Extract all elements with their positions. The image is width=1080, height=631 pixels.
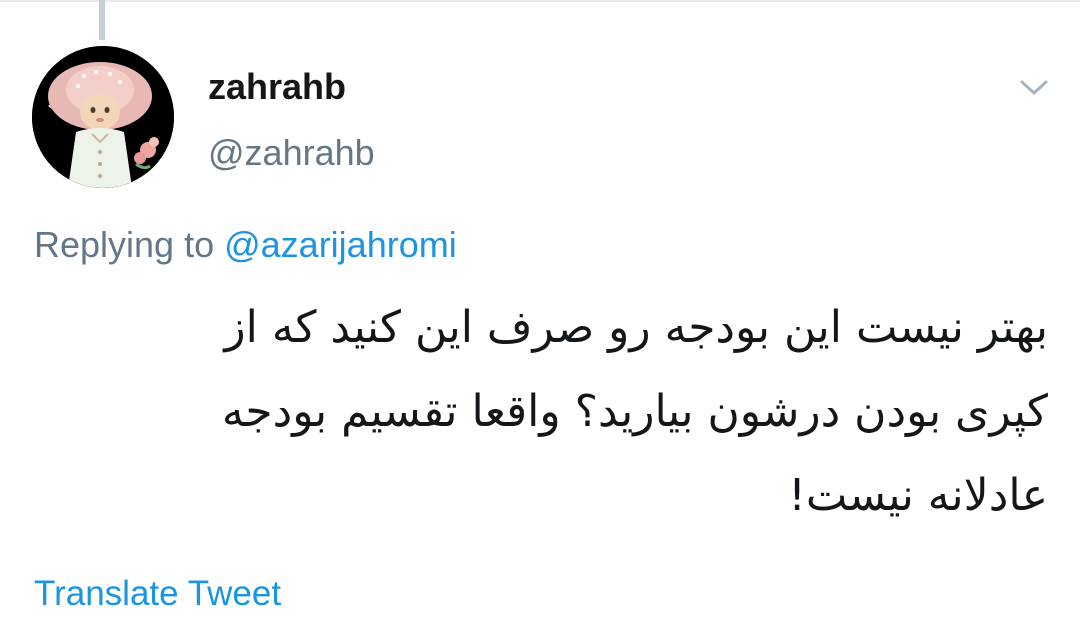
replying-to-label: Replying to (34, 224, 225, 265)
chevron-down-icon (1020, 80, 1048, 95)
thread-connector-line (99, 0, 105, 40)
tweet-text-line: عادلانه نیست! (788, 470, 1048, 521)
translate-tweet-link[interactable]: Translate Tweet (34, 571, 281, 617)
avatar[interactable] (32, 46, 174, 188)
author-display-name[interactable]: zahrahb (208, 64, 346, 110)
top-divider (0, 0, 1080, 2)
doll-avatar-icon (32, 46, 174, 188)
reply-mention-link[interactable]: @azarijahromi (224, 224, 457, 265)
tweet-text-line: کپری بودن درشون بیارید؟ واقعا تقسیم بودج… (221, 386, 1048, 437)
replying-to-line: Replying to @azarijahromi (34, 222, 457, 268)
author-handle[interactable]: @zahrahb (208, 130, 375, 176)
tweet-text: بهتر نیست این بودجه رو صرف این کنید که ا… (40, 286, 1048, 538)
tweet-text-line: بهتر نیست این بودجه رو صرف این کنید که ا… (224, 302, 1048, 353)
tweet-menu-button[interactable] (1016, 70, 1052, 106)
